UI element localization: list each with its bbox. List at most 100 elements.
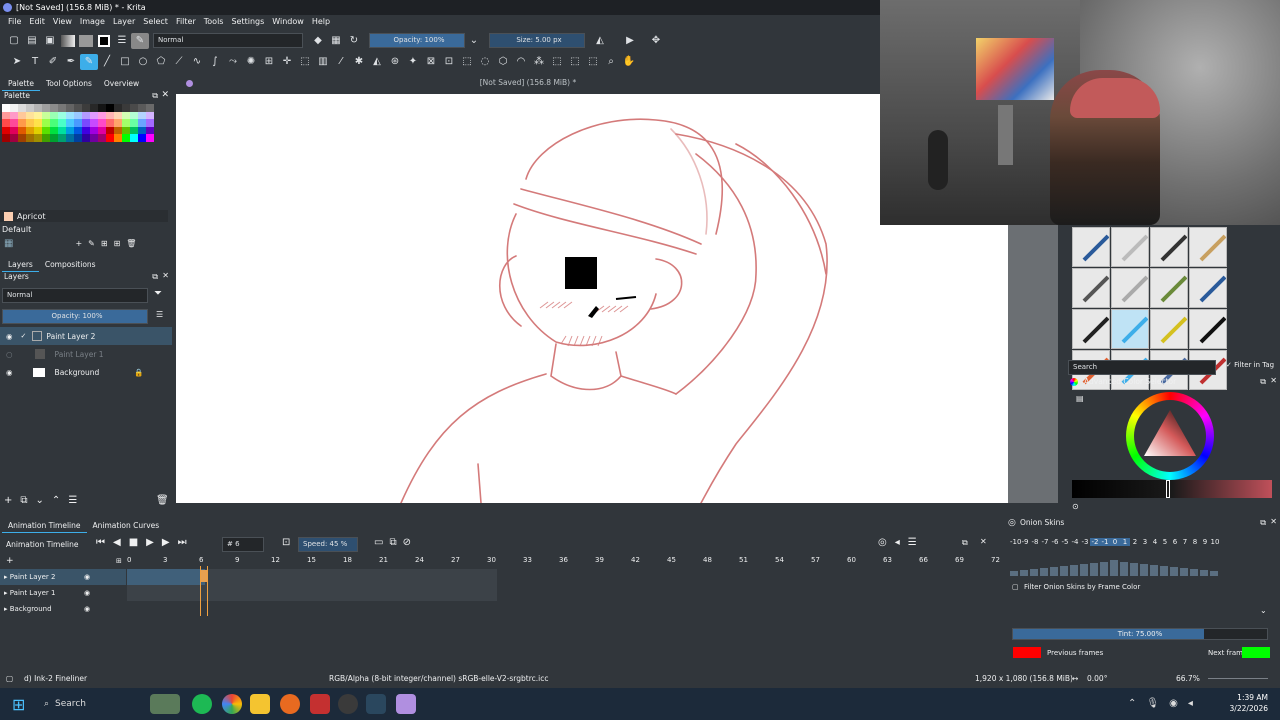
next-frames-color[interactable] <box>1242 647 1270 658</box>
onion-frame-number[interactable]: -8 <box>1030 538 1040 546</box>
brush-preset[interactable] <box>1072 309 1110 349</box>
brush-preset-icon[interactable]: ✎ <box>131 32 149 49</box>
palette-swatch[interactable] <box>138 104 146 112</box>
palette-swatch[interactable] <box>50 126 58 134</box>
palette-swatch[interactable] <box>98 119 106 127</box>
clone-frames-icon[interactable]: ⧉ <box>389 537 396 548</box>
widgets-icon[interactable] <box>150 694 180 714</box>
krita-taskbar-icon[interactable] <box>396 694 416 714</box>
menu-view[interactable]: View <box>49 15 76 29</box>
palette-swatch[interactable] <box>42 119 50 127</box>
add-layer-timeline-icon[interactable]: + <box>6 556 14 566</box>
brush-preset[interactable] <box>1189 309 1227 349</box>
wrap-around-icon[interactable]: ✥ <box>647 33 665 49</box>
palette-swatch[interactable] <box>34 104 42 112</box>
line-tool-icon[interactable]: ╱ <box>98 54 116 70</box>
bezier-tool-icon[interactable]: ∿ <box>188 54 206 70</box>
palette-swatch[interactable] <box>66 126 74 134</box>
dynamic-brush-icon[interactable]: ⤳ <box>224 54 242 70</box>
palette-swatch[interactable] <box>90 111 98 119</box>
brush-preset[interactable] <box>1150 309 1188 349</box>
network-icon[interactable]: ◉ <box>1169 698 1178 709</box>
onion-frame-number[interactable]: -4 <box>1070 538 1080 546</box>
clock[interactable]: 1:39 AM 3/22/2026 <box>1222 692 1268 714</box>
zoom-tool-icon[interactable]: ⌕ <box>602 54 620 70</box>
palette-swatch[interactable] <box>10 126 18 134</box>
palette-swatch[interactable] <box>74 126 82 134</box>
tab-compositions[interactable]: Compositions <box>39 258 102 272</box>
visibility-icon[interactable]: ◉ <box>6 368 13 377</box>
filter-color-checkbox[interactable]: ▢ <box>1012 583 1019 591</box>
palette-swatch[interactable] <box>58 111 66 119</box>
brush-icon[interactable]: ▢ <box>6 670 13 687</box>
freehand-path-icon[interactable]: ∫ <box>206 54 224 70</box>
status-zoom[interactable]: 66.7% <box>1176 670 1200 687</box>
palette-swatch[interactable] <box>34 119 42 127</box>
ellipse-tool-icon[interactable]: ○ <box>134 54 152 70</box>
palette-swatch[interactable] <box>138 134 146 142</box>
onion-opacity-bar[interactable] <box>1060 566 1068 576</box>
menu-help[interactable]: Help <box>308 15 334 29</box>
palette-swatch[interactable] <box>10 119 18 127</box>
onion-opacity-bar[interactable] <box>1130 563 1138 576</box>
fg-bg-color-icon[interactable] <box>95 33 113 49</box>
palette-swatch[interactable] <box>82 134 90 142</box>
layer-blend-select[interactable]: Normal <box>2 288 148 303</box>
palette-swatch[interactable] <box>2 111 10 119</box>
play-icon[interactable]: ▶ <box>146 537 154 548</box>
add-swatch-icon[interactable]: + <box>75 239 82 248</box>
palette-swatch[interactable] <box>66 104 74 112</box>
mic-icon[interactable]: 🎙 <box>1146 698 1159 709</box>
text-tool-icon[interactable]: T <box>26 54 44 70</box>
selected-frames[interactable] <box>127 569 205 585</box>
brush-preset[interactable] <box>1150 268 1188 308</box>
palette-swatch[interactable] <box>146 104 154 112</box>
onion-opacity-bars[interactable] <box>1010 558 1220 576</box>
onion-frame-number[interactable]: 3 <box>1140 538 1150 546</box>
palette-swatch[interactable] <box>114 119 122 127</box>
onion-opacity-bar[interactable] <box>1110 560 1118 576</box>
shade-selector-bar[interactable] <box>1072 480 1272 498</box>
palette-swatch[interactable] <box>146 111 154 119</box>
expand-icon[interactable]: ⌄ <box>1260 606 1267 615</box>
palette-swatch[interactable] <box>2 119 10 127</box>
color-picker-icon[interactable]: ⁄ <box>332 54 350 70</box>
palette-swatch[interactable] <box>18 134 26 142</box>
palette-swatch[interactable] <box>122 126 130 134</box>
palette-swatch[interactable] <box>2 104 10 112</box>
palette-swatch[interactable] <box>82 104 90 112</box>
palette-swatch[interactable] <box>2 134 10 142</box>
palette-swatch[interactable] <box>146 134 154 142</box>
palette-swatch[interactable] <box>82 119 90 127</box>
onion-frame-number[interactable]: -1 <box>1100 538 1110 546</box>
palette-swatch[interactable] <box>130 126 138 134</box>
onion-frame-number[interactable]: 4 <box>1150 538 1160 546</box>
import-icon[interactable]: ⊞ <box>101 239 108 248</box>
onion-opacity-bar[interactable] <box>1040 568 1048 576</box>
palette-swatch[interactable] <box>74 119 82 127</box>
onion-opacity-bar[interactable] <box>1200 570 1208 576</box>
palette-swatch[interactable] <box>66 119 74 127</box>
check-icon[interactable]: ✓ <box>21 332 27 340</box>
onion-frame-number[interactable]: -5 <box>1060 538 1070 546</box>
gradient-tool-icon[interactable]: ▥ <box>314 54 332 70</box>
palette-swatch[interactable] <box>122 104 130 112</box>
palette-swatch[interactable] <box>18 111 26 119</box>
onion-opacity-bar[interactable] <box>1120 562 1128 576</box>
palette-swatch[interactable] <box>98 126 106 134</box>
palette-swatch[interactable] <box>114 126 122 134</box>
onion-opacity-bar[interactable] <box>1030 569 1038 576</box>
onion-frame-number[interactable]: 1 <box>1120 538 1130 546</box>
layer-row[interactable]: ◉ Background 🔒 <box>0 363 172 381</box>
menu-settings[interactable]: Settings <box>227 15 268 29</box>
current-frame-input[interactable]: 6 <box>235 540 239 548</box>
polygon-tool-icon[interactable]: ⬠ <box>152 54 170 70</box>
lock-icon[interactable]: 🔒 <box>134 368 143 377</box>
hue-ring[interactable] <box>1126 392 1214 480</box>
brush-preset[interactable] <box>1189 227 1227 267</box>
brush-preset[interactable] <box>1150 227 1188 267</box>
palette-swatch[interactable] <box>106 126 114 134</box>
float-docker-icon[interactable]: ⧉ <box>152 91 158 101</box>
brush-preset[interactable] <box>1111 268 1149 308</box>
palette-swatch[interactable] <box>130 134 138 142</box>
